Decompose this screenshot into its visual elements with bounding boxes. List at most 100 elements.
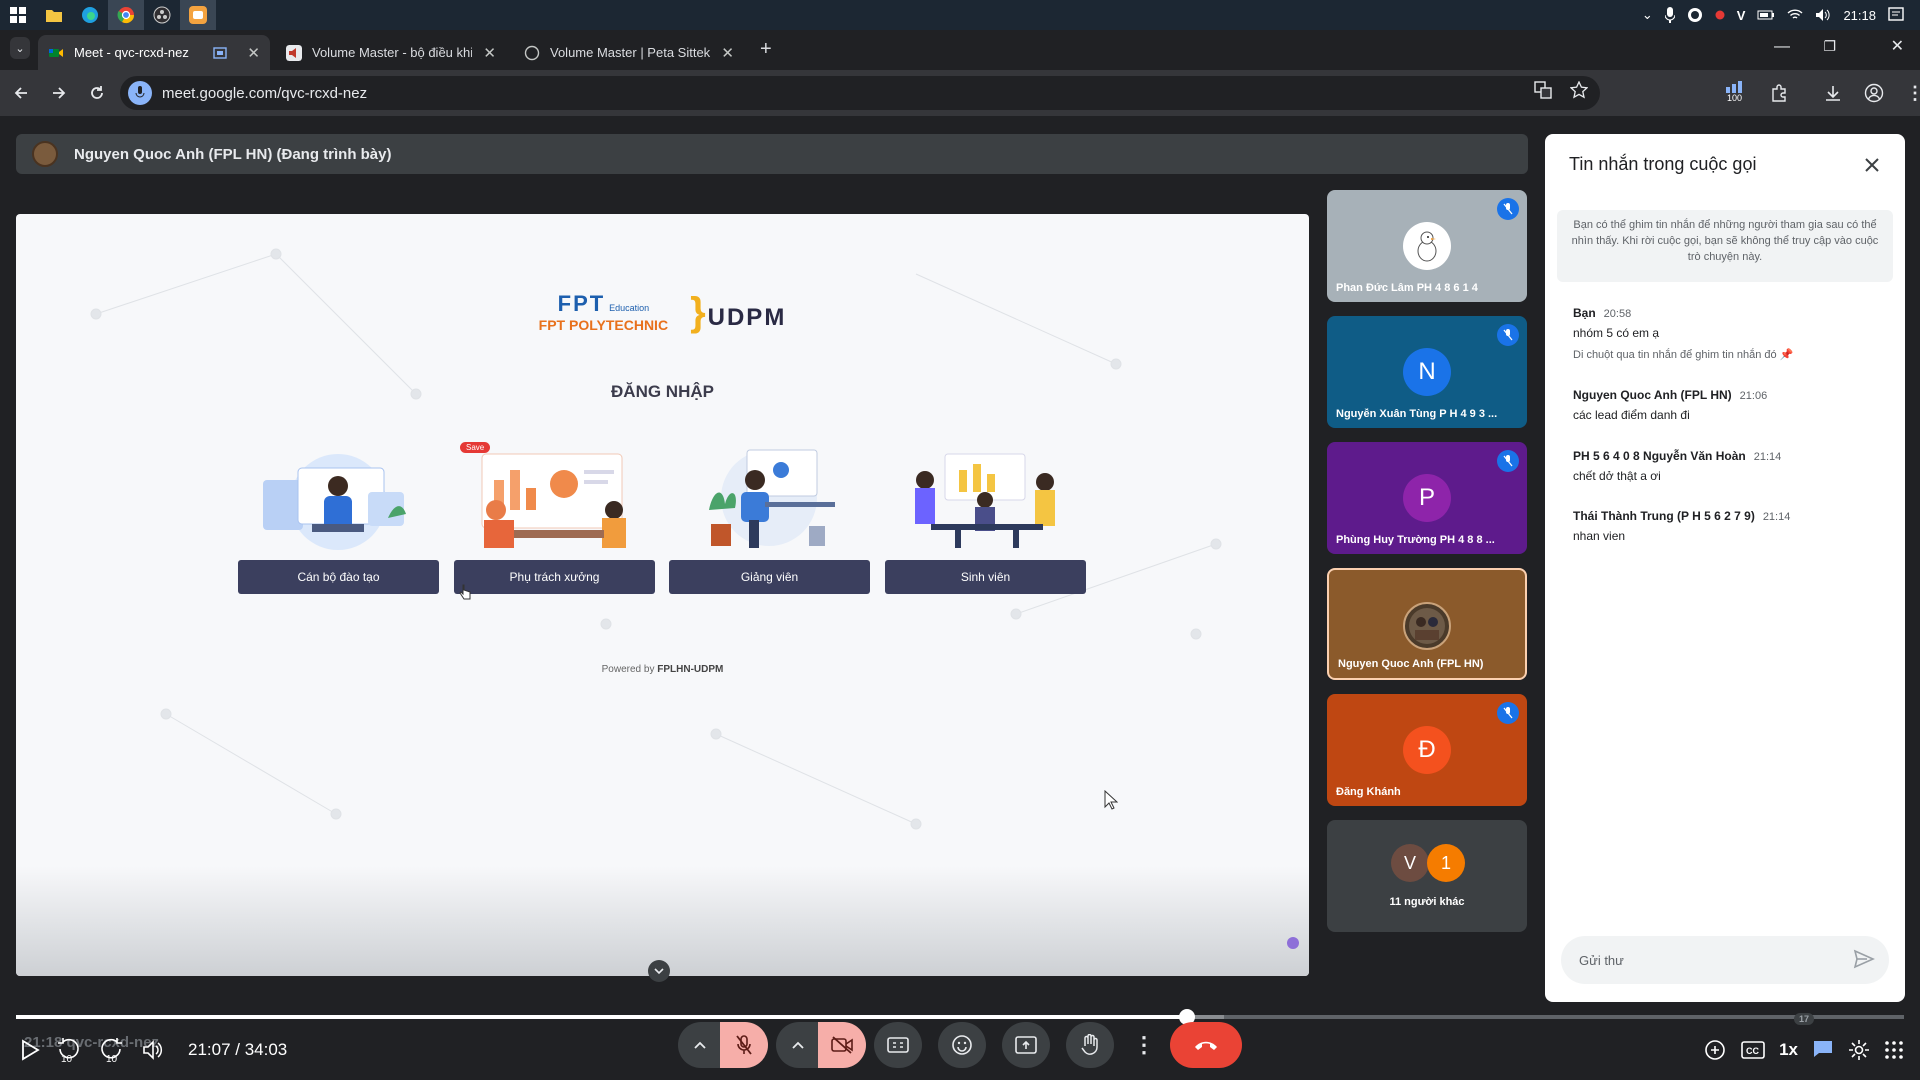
sync-icon[interactable]: [1687, 7, 1703, 23]
forward-10-icon[interactable]: 10: [98, 1035, 128, 1065]
back-icon[interactable]: [4, 76, 38, 110]
lecturer-illustration: [669, 440, 870, 550]
captions-button[interactable]: [874, 1022, 922, 1068]
hand-cursor-icon: [459, 584, 471, 600]
chevron-down-icon[interactable]: [648, 960, 670, 982]
tab-volume-master[interactable]: Volume Master - bộ điều khiển ✕: [276, 35, 506, 70]
microphone-site-icon[interactable]: [128, 81, 152, 105]
extension-volume-icon[interactable]: 100: [1726, 81, 1748, 105]
minimize-icon[interactable]: —: [1774, 38, 1790, 56]
clock[interactable]: 21:18: [1843, 8, 1876, 23]
browser-toolbar: meet.google.com/qvc-rcxd-nez 100 ⋮: [0, 70, 1920, 116]
vpn-icon[interactable]: V: [1737, 8, 1746, 23]
chat-message[interactable]: Bạn 20:58 nhóm 5 có em ạ Di chuột qua tin…: [1573, 306, 1893, 361]
message-text: chết dở thật a ơi: [1573, 469, 1661, 483]
message-time: 21:06: [1739, 390, 1768, 402]
workshop-lead-button[interactable]: Phụ trách xưởng: [454, 560, 655, 594]
volume-icon[interactable]: [142, 1040, 164, 1060]
avatar: N: [1403, 348, 1451, 396]
extension-badge: 100: [1726, 93, 1744, 103]
video-progress-bar[interactable]: [16, 1009, 1904, 1025]
audio-track-icon[interactable]: [1703, 1039, 1727, 1061]
play-icon[interactable]: [20, 1039, 40, 1061]
battery-icon: [1757, 10, 1775, 20]
forward-icon[interactable]: [42, 76, 76, 110]
download-icon[interactable]: [1824, 84, 1842, 102]
close-tab-icon[interactable]: ✕: [247, 44, 260, 62]
camera-off-button[interactable]: [818, 1022, 866, 1068]
settings-gear-icon[interactable]: [1848, 1039, 1870, 1061]
microphone-icon[interactable]: [1664, 7, 1675, 23]
emoji-button[interactable]: [938, 1022, 986, 1068]
pin-icon[interactable]: 📌: [1780, 349, 1794, 361]
video-options-chevron-icon[interactable]: [776, 1022, 820, 1068]
audio-options-chevron-icon[interactable]: [678, 1022, 722, 1068]
message-sender: Bạn: [1573, 306, 1596, 320]
extension-floating-icon[interactable]: [1286, 936, 1300, 950]
fpt-mark: FPT: [557, 290, 606, 316]
chat-message[interactable]: Thái Thành Trung (P H 5 6 2 7 9) 21:14 nh…: [1573, 509, 1893, 543]
volume-master-icon: [286, 44, 302, 61]
present-screen-button[interactable]: [1002, 1022, 1050, 1068]
send-icon[interactable]: [1853, 948, 1875, 970]
chat-input[interactable]: Gửi thư: [1561, 936, 1889, 984]
participant-tile[interactable]: P Phùng Huy Trường PH 4 8 8 ...: [1327, 442, 1527, 554]
participant-tile[interactable]: N Nguyễn Xuân Tùng P H 4 9 3 ...: [1327, 316, 1527, 428]
tab-meet[interactable]: Meet - qvc-rcxd-nez ✕: [38, 35, 270, 70]
close-icon[interactable]: [1859, 152, 1885, 178]
apps-grid-icon[interactable]: [1884, 1040, 1904, 1060]
raise-hand-button[interactable]: [1066, 1022, 1114, 1068]
more-options-icon[interactable]: ⋮: [1120, 1022, 1168, 1068]
volume-icon[interactable]: [1815, 8, 1831, 22]
address-bar[interactable]: meet.google.com/qvc-rcxd-nez: [120, 76, 1600, 110]
subtitles-icon[interactable]: CC: [1741, 1041, 1765, 1059]
google-meet-icon: [49, 48, 63, 57]
notification-icon[interactable]: [1888, 7, 1904, 23]
windows-start-icon[interactable]: [0, 0, 36, 30]
edge-icon[interactable]: [72, 0, 108, 30]
participant-tile-speaking[interactable]: Nguyen Quoc Anh (FPL HN): [1327, 568, 1527, 680]
translate-icon[interactable]: [1534, 81, 1552, 99]
others-tile[interactable]: V 1 11 người khác: [1327, 820, 1527, 932]
fpt-education: Education: [609, 302, 650, 313]
playback-speed[interactable]: 1x: [1779, 1040, 1798, 1060]
participant-tile[interactable]: Đ Đăng Khánh: [1327, 694, 1527, 806]
chevron-up-icon[interactable]: ⌄: [1642, 7, 1653, 23]
file-explorer-icon[interactable]: [36, 0, 72, 30]
restore-icon[interactable]: ❐: [1823, 38, 1836, 55]
record-icon[interactable]: [1715, 10, 1725, 20]
forward-seconds: 10: [106, 1054, 118, 1065]
chat-message[interactable]: Nguyen Quoc Anh (FPL HN) 21:06 các lead đ…: [1573, 388, 1893, 422]
lecturer-button[interactable]: Giảng viên: [669, 560, 870, 594]
powered-by: Powered by FPLHN-UDPM: [16, 664, 1309, 675]
reload-icon[interactable]: [80, 76, 114, 110]
app-icon[interactable]: [180, 0, 216, 30]
profile-icon[interactable]: [1864, 83, 1884, 103]
close-tab-icon[interactable]: ✕: [483, 44, 496, 62]
extensions-puzzle-icon[interactable]: [1770, 84, 1788, 102]
chrome-icon[interactable]: [108, 0, 144, 30]
tab-volume-master-peta[interactable]: Volume Master | Peta Sittek ✕: [514, 35, 744, 70]
rewind-10-icon[interactable]: 10: [54, 1035, 84, 1065]
student-button[interactable]: Sinh viên: [885, 560, 1086, 594]
close-window-icon[interactable]: ✕: [1891, 36, 1904, 56]
avatar: V: [1391, 844, 1429, 882]
mic-off-button[interactable]: [720, 1022, 768, 1068]
powered-prefix: Powered by: [601, 664, 655, 675]
obs-icon[interactable]: [144, 0, 180, 30]
participant-tile[interactable]: Phan Đức Lâm PH 4 8 6 1 4: [1327, 190, 1527, 302]
participant-name: Đăng Khánh: [1336, 786, 1401, 798]
menu-kebab-icon[interactable]: ⋮: [1906, 83, 1920, 104]
save-badge[interactable]: Save: [460, 442, 491, 453]
bookmark-star-icon[interactable]: [1570, 81, 1588, 99]
chat-bubble-icon[interactable]: 17: [1794, 1013, 1834, 1061]
leave-call-button[interactable]: [1170, 1022, 1242, 1068]
training-staff-button[interactable]: Cán bộ đào tạo: [238, 560, 439, 594]
close-tab-icon[interactable]: ✕: [721, 44, 734, 62]
shared-screen: FPT Education FPT POLYTECHNIC }UDPM ĐĂNG…: [16, 214, 1309, 976]
chat-message[interactable]: PH 5 6 4 0 8 Nguyễn Văn Hoàn 21:14 chết d…: [1573, 449, 1893, 483]
new-tab-icon[interactable]: +: [760, 38, 772, 61]
wifi-icon[interactable]: [1787, 9, 1803, 21]
cast-icon[interactable]: [213, 46, 228, 59]
tab-search-icon[interactable]: ⌄: [10, 37, 30, 59]
